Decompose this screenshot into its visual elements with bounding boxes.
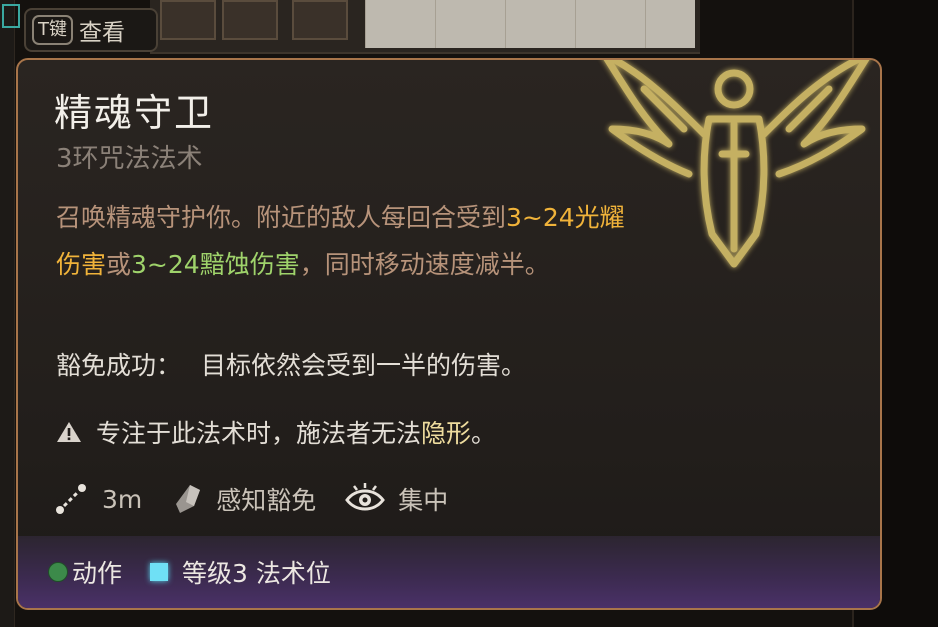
warning-text: 专注于此法术时，施法者无法 <box>96 419 422 448</box>
range-value: 3m <box>102 484 143 514</box>
action-dot-icon <box>48 562 68 582</box>
spell-cost-bar: 动作 等级3 法术位 <box>18 536 880 608</box>
action-cost-label: 动作 <box>72 559 123 588</box>
spell-properties: 3m 感知豁免 集中 <box>52 480 476 518</box>
concentration-property[interactable]: 集中 <box>344 481 448 517</box>
warning-end: 。 <box>471 419 497 448</box>
save-text: 目标依然会受到一半的伤害。 <box>201 351 527 380</box>
hotbar-slot[interactable] <box>292 0 348 40</box>
hotbar-slot[interactable] <box>160 0 216 40</box>
range-icon <box>56 484 86 514</box>
save-success-line: 豁免成功： 目标依然会受到一半的伤害。 <box>56 346 526 382</box>
spell-tooltip: 精魂守卫 3环咒法法术 召唤精魂守护你。附近的敌人每回合受到3~24光耀伤害或3… <box>16 58 882 610</box>
inspect-key-hint[interactable]: T键 查看 <box>24 8 158 52</box>
necrotic-damage[interactable]: 3~24黯蚀伤害 <box>131 250 300 279</box>
hotbar-slot[interactable] <box>222 0 278 40</box>
background-slot <box>2 4 20 28</box>
description-text: 或 <box>106 250 132 279</box>
spell-slot-label: 等级3 法术位 <box>182 559 331 588</box>
concentration-value: 集中 <box>398 486 449 515</box>
description-text: ，同时移动速度 <box>299 250 475 279</box>
save-label: 豁免成功： <box>56 351 182 380</box>
eye-icon <box>345 483 386 511</box>
spell-slot-cost[interactable]: 等级3 法术位 <box>150 554 331 590</box>
key-cap: T键 <box>32 15 73 45</box>
description-text: 召唤精魂守护你。附近的敌人每回合受到 <box>56 203 507 232</box>
save-type-property[interactable]: 感知豁免 <box>170 481 316 517</box>
spell-title: 精魂守卫 <box>54 91 215 135</box>
spell-description: 召唤精魂守护你。附近的敌人每回合受到3~24光耀伤害或3~24黯蚀伤害，同时移动… <box>56 194 636 288</box>
action-cost[interactable]: 动作 <box>48 554 122 590</box>
warning-icon <box>57 422 81 442</box>
key-hint-label: 查看 <box>79 20 125 46</box>
save-type-value: 感知豁免 <box>216 486 317 515</box>
background-strip <box>0 0 20 627</box>
spell-level-school: 3环咒法法术 <box>56 144 203 174</box>
halved-keyword: 减半 <box>474 250 525 279</box>
shield-icon <box>176 485 201 513</box>
background-grid <box>365 0 695 48</box>
concentration-warning: 专注于此法术时，施法者无法隐形。 <box>56 414 496 450</box>
spell-slot-icon <box>150 563 169 581</box>
invisible-keyword[interactable]: 隐形 <box>421 419 471 448</box>
description-text: 。 <box>524 250 550 279</box>
range-property[interactable]: 3m <box>52 480 142 518</box>
